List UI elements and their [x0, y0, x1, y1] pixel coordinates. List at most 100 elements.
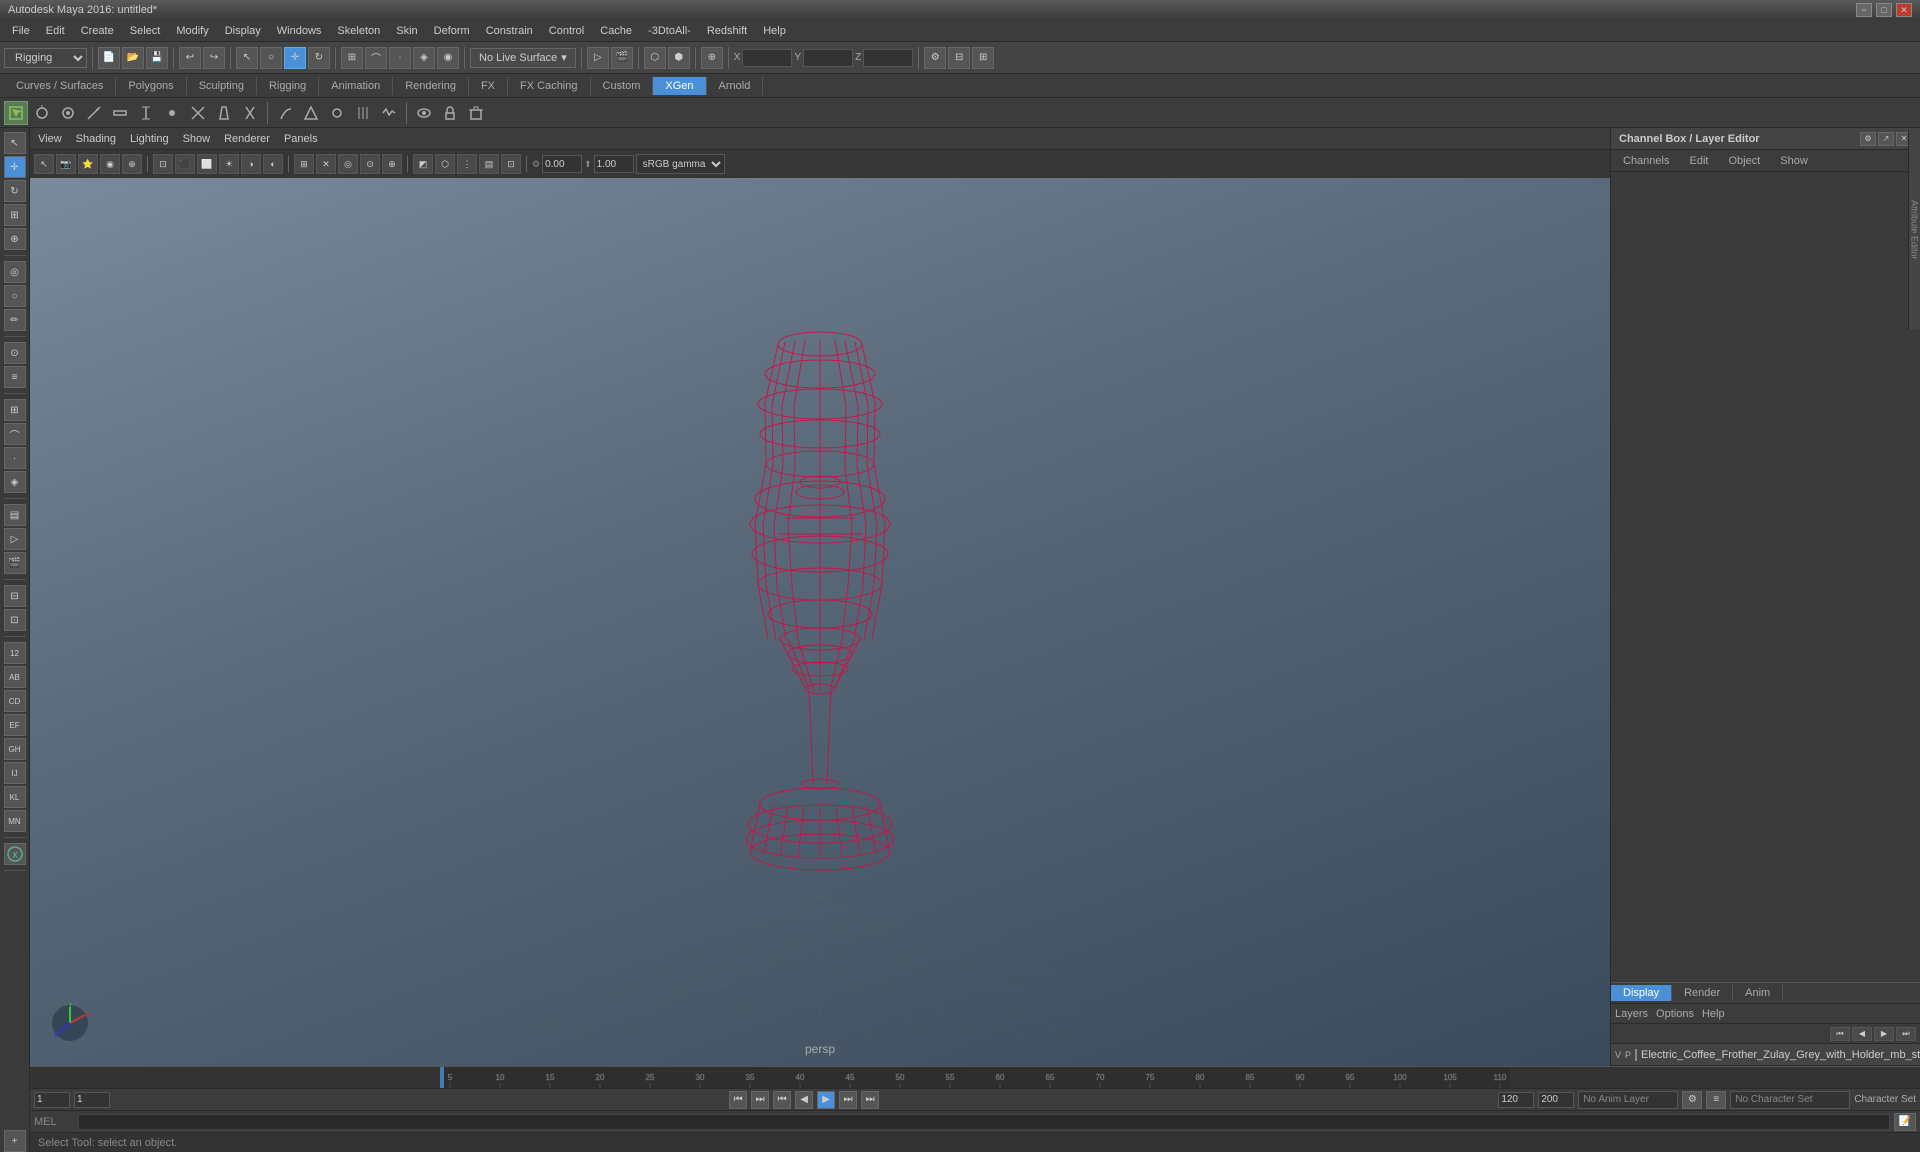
menu-control[interactable]: Control: [541, 23, 592, 39]
snap-live-btn[interactable]: ◉: [437, 47, 459, 69]
cb-tab-object[interactable]: Object: [1720, 153, 1768, 169]
vt-view[interactable]: View: [34, 132, 66, 146]
input-ops-btn[interactable]: ⬡: [644, 47, 666, 69]
tab-rendering[interactable]: Rendering: [393, 77, 469, 95]
menu-constrain[interactable]: Constrain: [478, 23, 541, 39]
scale-tool-btn[interactable]: ⊞: [4, 204, 26, 226]
tool-btn-e[interactable]: GH: [4, 738, 26, 760]
z-field[interactable]: [863, 49, 913, 67]
hotbox-btn[interactable]: ⊞: [972, 47, 994, 69]
vp-bb-btn[interactable]: ⬡: [435, 154, 455, 174]
tab-fx[interactable]: FX: [469, 77, 508, 95]
xgen-length-btn[interactable]: [134, 101, 158, 125]
menu-skeleton[interactable]: Skeleton: [329, 23, 388, 39]
move-tool-btn[interactable]: ✛: [4, 156, 26, 178]
new-file-btn[interactable]: 📄: [98, 47, 120, 69]
xgen-point-btn[interactable]: [160, 101, 184, 125]
xgen-hair-btn[interactable]: [351, 101, 375, 125]
tab-fx-caching[interactable]: FX Caching: [508, 77, 590, 95]
menu-file[interactable]: File: [4, 23, 38, 39]
menu-edit[interactable]: Edit: [38, 23, 73, 39]
play-back-btn[interactable]: ◀: [795, 1091, 813, 1109]
menu-modify[interactable]: Modify: [168, 23, 216, 39]
3d-viewport[interactable]: X Y Z persp: [30, 178, 1610, 1066]
snap-view-side-btn[interactable]: ◈: [4, 471, 26, 493]
prev-key-btn[interactable]: ⏮: [773, 1091, 791, 1109]
script-editor-btn[interactable]: 📝: [1894, 1113, 1916, 1131]
redo-btn[interactable]: ↪: [203, 47, 225, 69]
menu-redshift[interactable]: Redshift: [699, 23, 755, 39]
dp-tab-anim[interactable]: Anim: [1733, 985, 1783, 1001]
gamma-select[interactable]: sRGB gamma Linear: [636, 154, 725, 174]
jump-start-btn[interactable]: ⏮: [729, 1091, 747, 1109]
next-key-btn[interactable]: ⏭: [839, 1091, 857, 1109]
rotate-tool-btn[interactable]: ↻: [4, 180, 26, 202]
select-tool-btn[interactable]: ↖: [4, 132, 26, 154]
minimize-button[interactable]: −: [1856, 3, 1872, 17]
menu-deform[interactable]: Deform: [426, 23, 478, 39]
tab-animation[interactable]: Animation: [319, 77, 393, 95]
tab-custom[interactable]: Custom: [591, 77, 654, 95]
current-frame-field[interactable]: 1: [74, 1092, 110, 1108]
vp-zoom-btn[interactable]: ⊕: [122, 154, 142, 174]
vp-component-btn[interactable]: ⊙: [360, 154, 380, 174]
quick-sel-btn[interactable]: ⊡: [4, 609, 26, 631]
settings-btn[interactable]: ⚙: [924, 47, 946, 69]
snap-curve-side-btn[interactable]: ⌒: [4, 423, 26, 445]
tool-btn-g[interactable]: KL: [4, 786, 26, 808]
xgen-groom-btn[interactable]: [30, 101, 54, 125]
dp-tab-render[interactable]: Render: [1672, 985, 1733, 1001]
vp-camera-btn[interactable]: 📷: [56, 154, 76, 174]
xgen-cut-btn[interactable]: [186, 101, 210, 125]
bottom-tool-btn[interactable]: +: [4, 1130, 26, 1152]
render-side-btn[interactable]: 🎬: [4, 552, 26, 574]
move-btn[interactable]: ✛: [284, 47, 306, 69]
vp-xray-btn[interactable]: ✕: [316, 154, 336, 174]
output-ops-btn[interactable]: ⬢: [668, 47, 690, 69]
vp-isolate-btn[interactable]: ◩: [413, 154, 433, 174]
tool-btn-a[interactable]: 12: [4, 642, 26, 664]
undo-btn[interactable]: ↩: [179, 47, 201, 69]
xgen-width-btn[interactable]: [108, 101, 132, 125]
step-back-btn[interactable]: ⏭: [751, 1091, 769, 1109]
vp-grid-btn[interactable]: ⊞: [294, 154, 314, 174]
tab-xgen[interactable]: XGen: [653, 77, 706, 95]
xgen-twist-btn[interactable]: [238, 101, 262, 125]
snap-grid-btn[interactable]: ⊞: [341, 47, 363, 69]
xgen-noise-btn[interactable]: [377, 101, 401, 125]
y-field[interactable]: [803, 49, 853, 67]
xgen-trash-btn[interactable]: [464, 101, 488, 125]
menu-windows[interactable]: Windows: [269, 23, 330, 39]
play-fwd-btn[interactable]: ▶: [817, 1091, 835, 1109]
vp-snap-btn[interactable]: ⊕: [382, 154, 402, 174]
layer-first-btn[interactable]: ⏮: [1830, 1027, 1850, 1041]
menu-skin[interactable]: Skin: [388, 23, 425, 39]
xgen-select-btn[interactable]: [4, 101, 28, 125]
jump-end-btn[interactable]: ⏭: [861, 1091, 879, 1109]
mode-dropdown[interactable]: Rigging Animation Modeling: [4, 48, 87, 68]
vp-lights-btn[interactable]: ☀: [219, 154, 239, 174]
menu-3dtall[interactable]: -3DtoAll-: [640, 23, 699, 39]
xgen-shape-btn[interactable]: [299, 101, 323, 125]
snap-curve-btn[interactable]: ⌒: [365, 47, 387, 69]
select-btn[interactable]: ↖: [236, 47, 258, 69]
no-live-surface-dropdown[interactable]: No Live Surface ▾: [470, 48, 576, 68]
tool-btn-d[interactable]: EF: [4, 714, 26, 736]
soft-select-btn[interactable]: ◎: [4, 261, 26, 283]
vt-renderer[interactable]: Renderer: [220, 132, 274, 146]
vp-frame-all-btn[interactable]: ⊡: [501, 154, 521, 174]
render-btn[interactable]: 🎬: [611, 47, 633, 69]
snap-point-side-btn[interactable]: ·: [4, 447, 26, 469]
layer-color-swatch[interactable]: [1635, 1049, 1637, 1061]
vp-polycount-btn[interactable]: ⋮: [457, 154, 477, 174]
xgen-eye-btn[interactable]: [412, 101, 436, 125]
vp-bookmark-btn[interactable]: ⭐: [78, 154, 98, 174]
end-frame-field[interactable]: 120: [1498, 1092, 1534, 1108]
layer-last-btn[interactable]: ⏭: [1896, 1027, 1916, 1041]
layer-side-btn[interactable]: ⊟: [4, 585, 26, 607]
cb-tab-channels[interactable]: Channels: [1615, 153, 1677, 169]
layer-opt-layers[interactable]: Layers: [1615, 1008, 1648, 1020]
cb-tab-edit[interactable]: Edit: [1681, 153, 1716, 169]
layer-opt-options[interactable]: Options: [1656, 1008, 1694, 1020]
cb-tab-show[interactable]: Show: [1772, 153, 1816, 169]
